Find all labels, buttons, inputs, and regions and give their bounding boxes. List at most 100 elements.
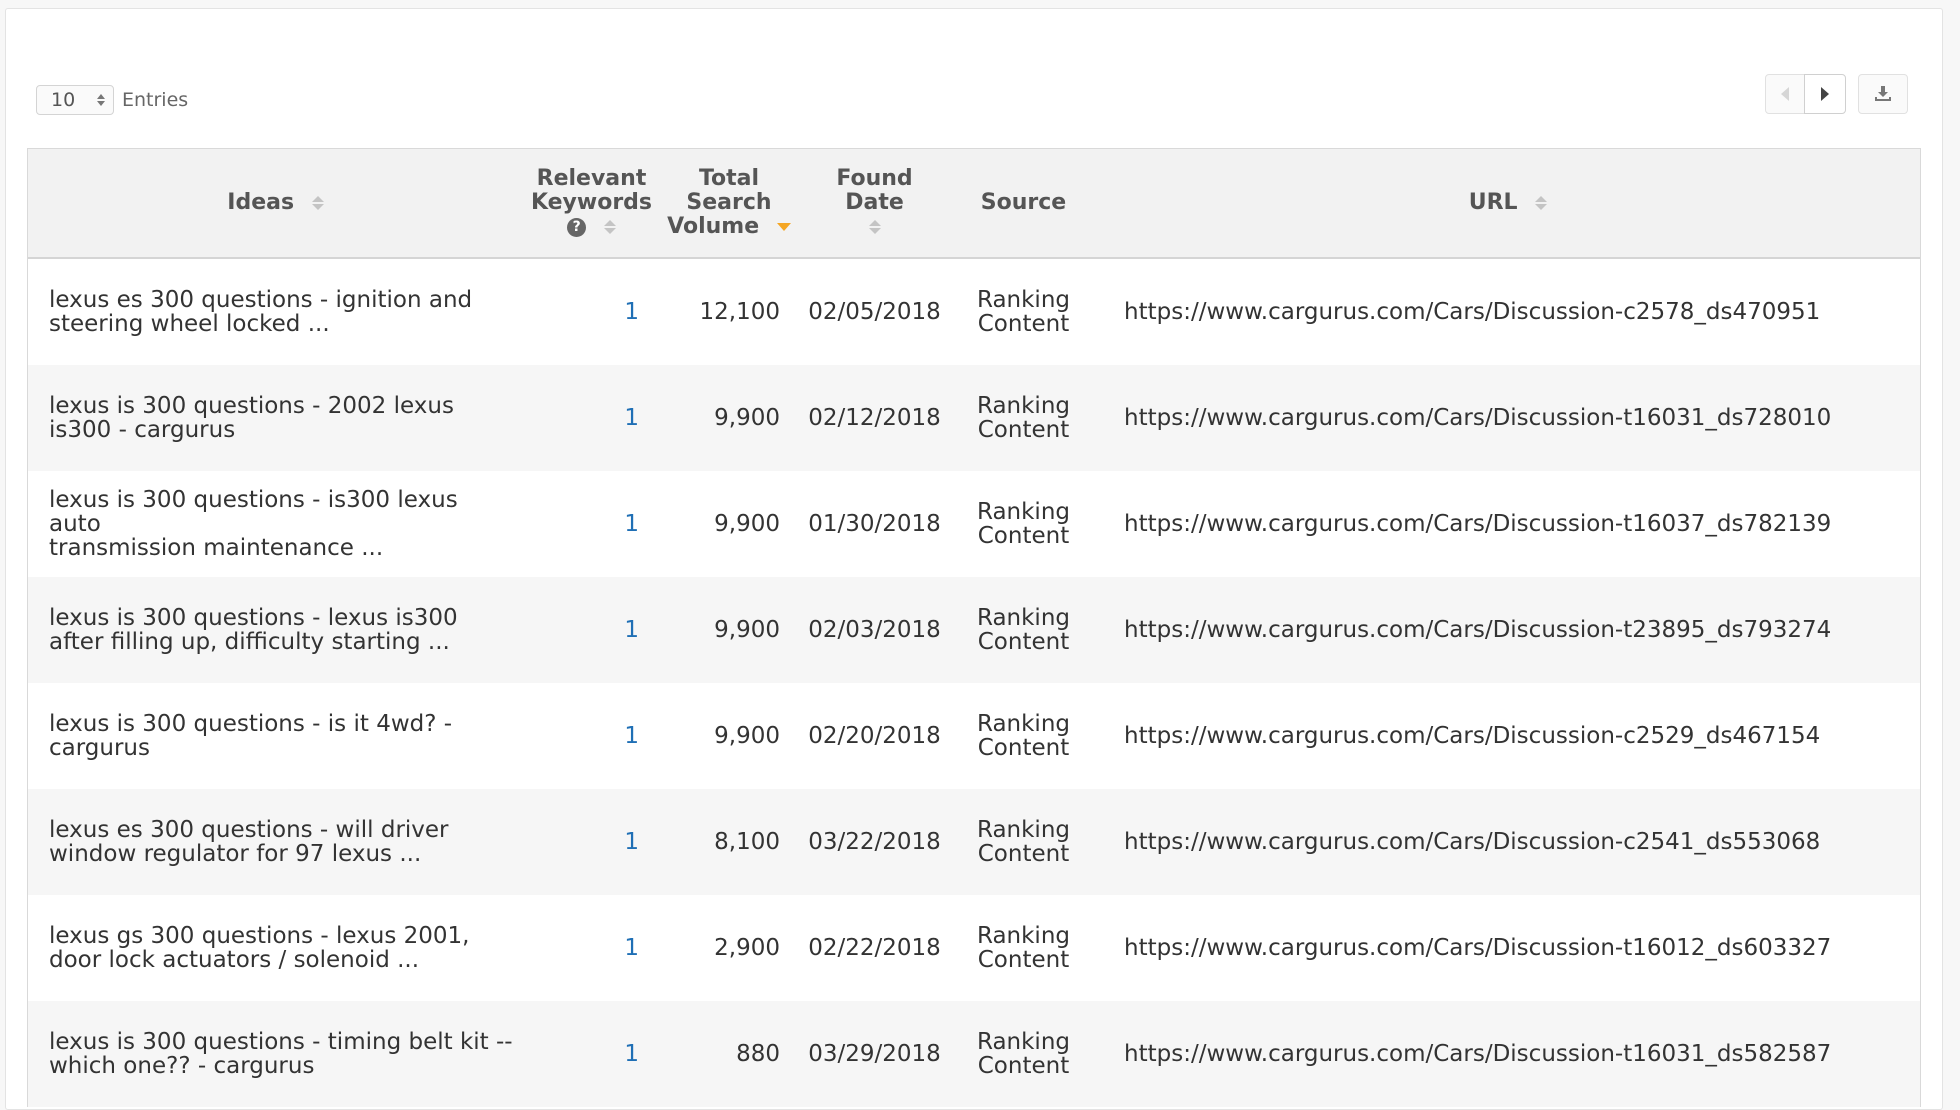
source-cell: Ranking Content [951, 258, 1096, 365]
up-down-spinner-icon [97, 94, 105, 106]
col-header-source-label: Source [980, 190, 1067, 215]
search-volume-cell: 9,900 [714, 723, 780, 749]
found-date-cell: 02/20/2018 [808, 723, 941, 749]
table-header-row: Ideas Relevant Keywords ? Total Search V… [28, 149, 1920, 259]
col-header-source: Source [951, 149, 1096, 259]
found-date-cell: 01/30/2018 [808, 511, 941, 537]
col-header-total-search-volume[interactable]: Total Search Volume [660, 149, 798, 259]
source-text-line2: Content [977, 417, 1070, 443]
relevant-keywords-link[interactable]: 1 [523, 683, 660, 789]
url-link[interactable]: https://www.cargurus.com/Cars/Discussion… [1096, 789, 1920, 895]
idea-text-line2: which one?? - cargurus [49, 1053, 315, 1079]
col-header-found-date[interactable]: Found Date [798, 149, 951, 259]
table-body: lexus es 300 questions - ignition and ste… [28, 258, 1920, 1107]
col-header-url[interactable]: URL [1096, 149, 1920, 259]
search-volume-cell: 9,900 [660, 365, 798, 471]
table-row[interactable]: lexus is 300 questions - is300 lexus aut… [28, 471, 1920, 577]
idea-cell[interactable]: lexus is 300 questions - is it 4wd? - car… [28, 683, 523, 789]
question-circle-icon[interactable]: ? [567, 217, 587, 237]
idea-text-line2: transmission maintenance ... [49, 535, 384, 561]
idea-text-line1: lexus is 300 questions - timing belt kit… [49, 1029, 513, 1055]
url-link[interactable]: https://www.cargurus.com/Cars/Discussion… [1096, 1001, 1920, 1107]
table-row[interactable]: lexus is 300 questions - is it 4wd? - car… [28, 683, 1920, 789]
download-button[interactable] [1858, 74, 1908, 114]
col-header-relevant-keywords[interactable]: Relevant Keywords ? [523, 149, 660, 259]
idea-text-line2: window regulator for 97 lexus ... [49, 841, 422, 867]
source-cell: Ranking Content [951, 1001, 1096, 1107]
sort-updown-icon [1535, 196, 1548, 210]
url-link[interactable]: https://www.cargurus.com/Cars/Discussion… [1096, 258, 1920, 365]
table-row[interactable]: lexus es 300 questions - ignition and ste… [28, 258, 1920, 365]
source-text-line1: Ranking [976, 711, 1071, 737]
found-date-cell: 03/22/2018 [798, 789, 951, 895]
next-page-button[interactable] [1804, 74, 1846, 114]
table-row[interactable]: lexus is 300 questions - 2002 lexus is300… [28, 365, 1920, 471]
relevant-keywords-link[interactable]: 1 [523, 471, 660, 577]
source-text-line2: Content [977, 629, 1070, 655]
relevant-keywords-link[interactable]: 1 [523, 577, 660, 683]
source-cell: Ranking Content [951, 683, 1096, 789]
col-header-volume-line3: Volume [667, 214, 760, 239]
idea-cell[interactable]: lexus is 300 questions - 2002 lexus is300… [28, 365, 523, 471]
idea-cell[interactable]: lexus is 300 questions - is300 lexus aut… [28, 471, 523, 577]
table-row[interactable]: lexus es 300 questions - will driver wind… [28, 789, 1920, 895]
download-icon [1875, 86, 1891, 101]
relevant-keywords-link[interactable]: 1 [523, 895, 660, 1001]
found-date-cell: 02/12/2018 [798, 365, 951, 471]
relevant-keywords-link[interactable]: 1 [523, 789, 660, 895]
source-cell: Ranking Content [951, 577, 1096, 683]
url-link[interactable]: https://www.cargurus.com/Cars/Discussion… [1096, 577, 1920, 683]
col-header-found-date-label: Found Date [836, 166, 913, 215]
source-text-line1: Ranking [976, 817, 1071, 843]
found-date-cell: 02/22/2018 [808, 935, 941, 961]
idea-text-line2: is300 - cargurus [49, 417, 236, 443]
table-row[interactable]: lexus gs 300 questions - lexus 2001, door… [28, 895, 1920, 1001]
relevant-keywords-link[interactable]: 1 [523, 258, 660, 365]
col-header-relevant-keywords-line2: Keywords [530, 190, 653, 215]
source-text-line1: Ranking [976, 605, 1071, 631]
triangle-right-icon [1821, 87, 1829, 101]
source-text-line2: Content [977, 841, 1070, 867]
idea-cell[interactable]: lexus is 300 questions - timing belt kit… [28, 1001, 523, 1107]
url-link[interactable]: https://www.cargurus.com/Cars/Discussion… [1096, 683, 1920, 789]
search-volume-cell: 9,900 [714, 511, 780, 537]
col-header-relevant-keywords-line1: Relevant [536, 166, 647, 191]
entries-select[interactable]: 10 [36, 85, 114, 115]
relevant-keywords-link[interactable]: 1 [523, 365, 660, 471]
url-link[interactable]: https://www.cargurus.com/Cars/Discussion… [1096, 895, 1920, 1001]
col-header-ideas[interactable]: Ideas [28, 149, 523, 259]
idea-text-line2: after filling up, difficulty starting ..… [49, 629, 450, 655]
search-volume-cell: 880 [660, 1001, 798, 1107]
source-text-line2: Content [977, 947, 1070, 973]
entries-value: 10 [51, 89, 76, 111]
table-row[interactable]: lexus is 300 questions - lexus is300 afte… [28, 577, 1920, 683]
source-text-line1: Ranking [976, 923, 1071, 949]
idea-text-line2: door lock actuators / solenoid ... [49, 947, 420, 973]
source-text-line1: Ranking [976, 499, 1071, 525]
idea-text-line1: lexus is 300 questions - 2002 lexus [49, 393, 454, 419]
search-volume-cell: 9,900 [660, 577, 798, 683]
relevant-keywords-link[interactable]: 1 [523, 1001, 660, 1107]
url-link[interactable]: https://www.cargurus.com/Cars/Discussion… [1096, 471, 1920, 577]
sort-updown-icon [603, 220, 616, 234]
source-cell: Ranking Content [951, 471, 1096, 577]
idea-cell[interactable]: lexus gs 300 questions - lexus 2001, door… [28, 895, 523, 1001]
sort-updown-icon [311, 196, 324, 210]
table-row[interactable]: lexus is 300 questions - timing belt kit… [28, 1001, 1920, 1107]
source-text-line2: Content [977, 523, 1070, 549]
entries-control: 10 Entries [36, 84, 188, 116]
found-date-cell: 03/29/2018 [798, 1001, 951, 1107]
idea-text-line1: lexus is 300 questions - is300 lexus aut… [49, 487, 458, 537]
idea-cell[interactable]: lexus es 300 questions - will driver wind… [28, 789, 523, 895]
prev-page-button[interactable] [1765, 74, 1805, 114]
col-header-volume-line2: Search [686, 190, 772, 215]
idea-cell[interactable]: lexus is 300 questions - lexus is300 afte… [28, 577, 523, 683]
source-text-line2: Content [977, 735, 1070, 761]
sort-desc-icon [776, 223, 791, 231]
idea-cell[interactable]: lexus es 300 questions - ignition and ste… [28, 258, 523, 365]
url-link[interactable]: https://www.cargurus.com/Cars/Discussion… [1096, 365, 1920, 471]
found-date-cell: 02/05/2018 [808, 299, 941, 325]
ideas-table: Ideas Relevant Keywords ? Total Search V… [27, 148, 1921, 1107]
source-cell: Ranking Content [951, 789, 1096, 895]
col-header-volume-line1: Total [698, 166, 760, 191]
